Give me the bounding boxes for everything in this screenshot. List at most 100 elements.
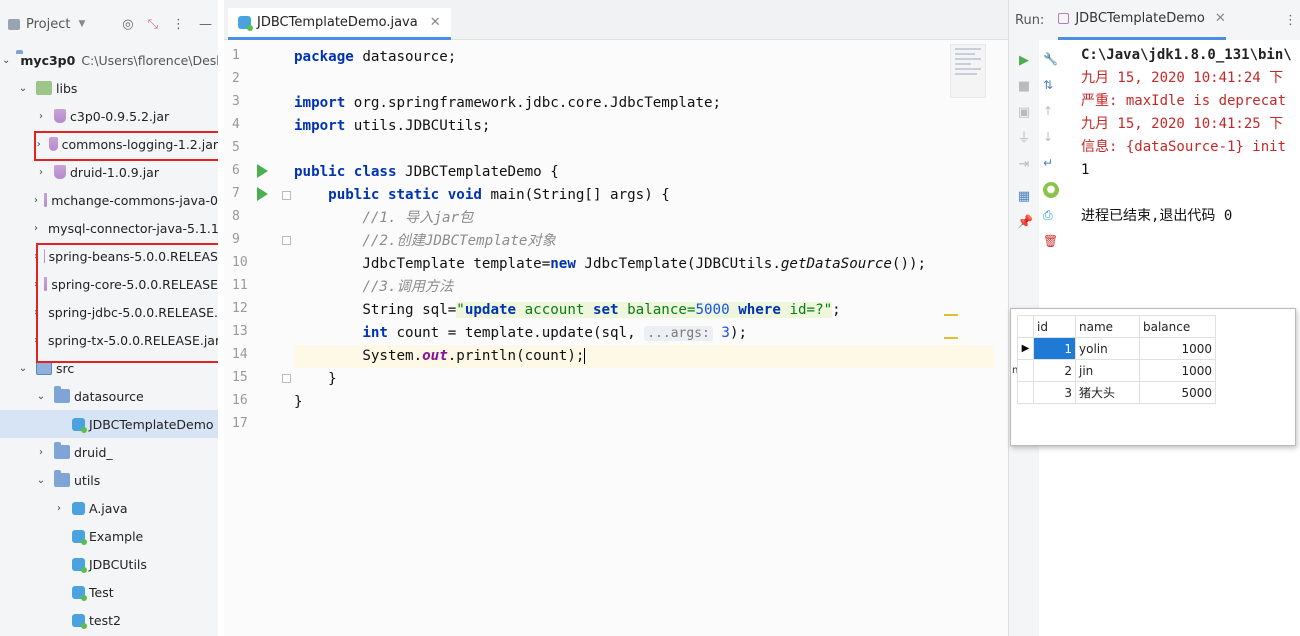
tree-item-jar[interactable]: › c3p0-0.9.5.2.jar: [0, 102, 218, 130]
tree-item-file[interactable]: test2: [0, 606, 218, 634]
line-number: 17: [232, 416, 248, 431]
up-arrow-icon[interactable]: ↑: [1043, 104, 1059, 130]
fold-icon[interactable]: [282, 374, 291, 383]
table-row[interactable]: 2 jin 1000: [1017, 359, 1216, 382]
tree-item-label: libs: [56, 80, 78, 96]
column-header[interactable]: id: [1033, 315, 1076, 338]
tree-item-file[interactable]: JDBCUtils: [0, 550, 218, 578]
collapse-icon[interactable]: ⤡: [148, 17, 158, 32]
tree-item-root[interactable]: ⌄ myc3p0 C:\Users\florence\Desk: [0, 46, 218, 74]
editor-tab-title: JDBCTemplateDemo.java: [257, 15, 418, 30]
plug-icon[interactable]: ⏚: [1017, 132, 1031, 146]
run-main-icon[interactable]: [257, 187, 268, 201]
tree-item-datasource[interactable]: ⌄ datasource: [0, 382, 218, 410]
tree-item-file[interactable]: Example: [0, 522, 218, 550]
scroll-end-icon[interactable]: ●: [1043, 182, 1059, 198]
run-tab[interactable]: JDBCTemplateDemo ✕: [1058, 0, 1226, 40]
sql-number: 5000: [695, 302, 730, 318]
code-text: utils.JDBCUtils;: [345, 118, 491, 134]
chevron-down-icon[interactable]: ⌄: [16, 363, 30, 374]
chevron-right-icon[interactable]: ›: [34, 167, 48, 178]
chevron-right-icon[interactable]: ›: [34, 223, 38, 234]
package-folder-icon: [54, 442, 70, 459]
chevron-down-icon[interactable]: ⌄: [16, 83, 30, 94]
chevron-down-icon[interactable]: ▼: [78, 19, 85, 29]
table-cell[interactable]: 1000: [1139, 337, 1216, 360]
table-cell[interactable]: 3: [1033, 381, 1076, 404]
pin-icon[interactable]: 📌: [1017, 216, 1033, 230]
code-area[interactable]: package datasource; import org.springfra…: [294, 44, 1008, 636]
quote: ": [823, 302, 833, 318]
table-cell[interactable]: yolin: [1075, 337, 1140, 360]
wrench-icon[interactable]: 🔧: [1043, 52, 1059, 78]
package-folder-icon: [54, 470, 70, 487]
tree-item-libs[interactable]: ⌄ libs: [0, 74, 218, 102]
chevron-down-icon[interactable]: ⌄: [34, 475, 48, 486]
minimap-line: [955, 53, 975, 55]
exit-icon[interactable]: ⇥: [1017, 158, 1031, 172]
settings-icon[interactable]: ⋮: [172, 17, 185, 32]
console-line: 信息: {dataSource-1} init: [1081, 139, 1287, 155]
tree-item-jar[interactable]: › druid-1.0.9.jar: [0, 158, 218, 186]
minimap-line: [955, 68, 981, 70]
annotation-box-spring-jars: [36, 243, 218, 363]
tree-item-file[interactable]: Test: [0, 578, 218, 606]
tree-item-druid[interactable]: › druid_: [0, 438, 218, 466]
layout-icon[interactable]: ▦: [1017, 190, 1031, 204]
column-header[interactable]: name: [1075, 315, 1140, 338]
table-row[interactable]: 3 猪大头 5000: [1017, 381, 1216, 404]
chevron-right-icon[interactable]: ›: [34, 447, 48, 458]
run-class-icon[interactable]: [257, 164, 268, 178]
table-cell[interactable]: 1000: [1139, 359, 1216, 382]
rerun-icon[interactable]: ▶: [1017, 54, 1031, 68]
close-icon[interactable]: ✕: [430, 15, 441, 30]
console-line: 九月 15, 2020 10:41:24 下: [1081, 70, 1284, 86]
tree-item-file[interactable]: › A.java: [0, 494, 218, 522]
java-class-icon: [72, 613, 87, 629]
soft-wrap-icon[interactable]: ↵: [1043, 156, 1059, 182]
code-line: public static void main(String[] args) {: [294, 184, 994, 207]
console-line: 进程已结束,退出代码 0: [1081, 208, 1233, 224]
line-number: 13: [232, 324, 248, 339]
editor-tab-active[interactable]: JDBCTemplateDemo.java ✕: [228, 8, 451, 40]
stop-icon[interactable]: ■: [1017, 80, 1031, 94]
code-text: }: [294, 394, 303, 410]
fold-icon[interactable]: [282, 191, 291, 200]
code-editor[interactable]: JDBCTemplateDemo.java ✕ 1 2 3 4 5 6 7 8 …: [224, 0, 1008, 636]
text-caret: [584, 348, 586, 364]
minimap-line: [955, 73, 977, 75]
code-minimap[interactable]: [950, 44, 986, 98]
hide-icon[interactable]: —: [199, 17, 212, 32]
table-cell[interactable]: 5000: [1139, 381, 1216, 404]
chevron-down-icon[interactable]: ⌄: [2, 55, 10, 66]
camera-icon[interactable]: ▣: [1017, 106, 1031, 120]
tree-item-jar[interactable]: › mysql-connector-java-5.1.1: [0, 214, 218, 242]
table-cell[interactable]: 猪大头: [1075, 381, 1140, 404]
table-cell[interactable]: jin: [1075, 359, 1140, 382]
more-options-icon[interactable]: ⋮: [1284, 13, 1300, 28]
warning-stripe[interactable]: [944, 337, 958, 339]
fold-icon[interactable]: [282, 236, 291, 245]
console-actions: 🔧 ⇅ ↑ ↓ ↵ ● ⎙ 🗑: [1043, 52, 1059, 260]
chevron-right-icon[interactable]: ›: [52, 503, 66, 514]
table-row[interactable]: ▶ 1 yolin 1000: [1017, 337, 1216, 360]
clear-icon[interactable]: 🗑: [1043, 234, 1059, 260]
locate-icon[interactable]: ◎: [122, 17, 133, 32]
chevron-right-icon[interactable]: ›: [34, 195, 38, 206]
sort-icon[interactable]: ⇅: [1043, 78, 1059, 104]
table-cell[interactable]: 1: [1033, 337, 1076, 360]
project-view-selector[interactable]: Project: [26, 17, 70, 32]
tree-item-utils[interactable]: ⌄ utils: [0, 466, 218, 494]
tree-item-selected-class[interactable]: JDBCTemplateDemo: [0, 410, 218, 438]
print-icon[interactable]: ⎙: [1043, 208, 1059, 234]
db-result-table[interactable]: id name balance ▶ 1 yolin 1000 2 jin 100…: [1017, 315, 1216, 404]
down-arrow-icon[interactable]: ↓: [1043, 130, 1059, 156]
column-header[interactable]: balance: [1139, 315, 1216, 338]
chevron-right-icon[interactable]: ›: [34, 111, 48, 122]
warning-stripe[interactable]: [944, 314, 958, 316]
tree-item-jar[interactable]: › mchange-commons-java-0: [0, 186, 218, 214]
close-icon[interactable]: ✕: [1215, 11, 1226, 26]
console-output[interactable]: C:\Java\jdk1.8.0_131\bin\ 九月 15, 2020 10…: [1081, 44, 1300, 228]
chevron-down-icon[interactable]: ⌄: [34, 391, 48, 402]
table-cell[interactable]: 2: [1033, 359, 1076, 382]
